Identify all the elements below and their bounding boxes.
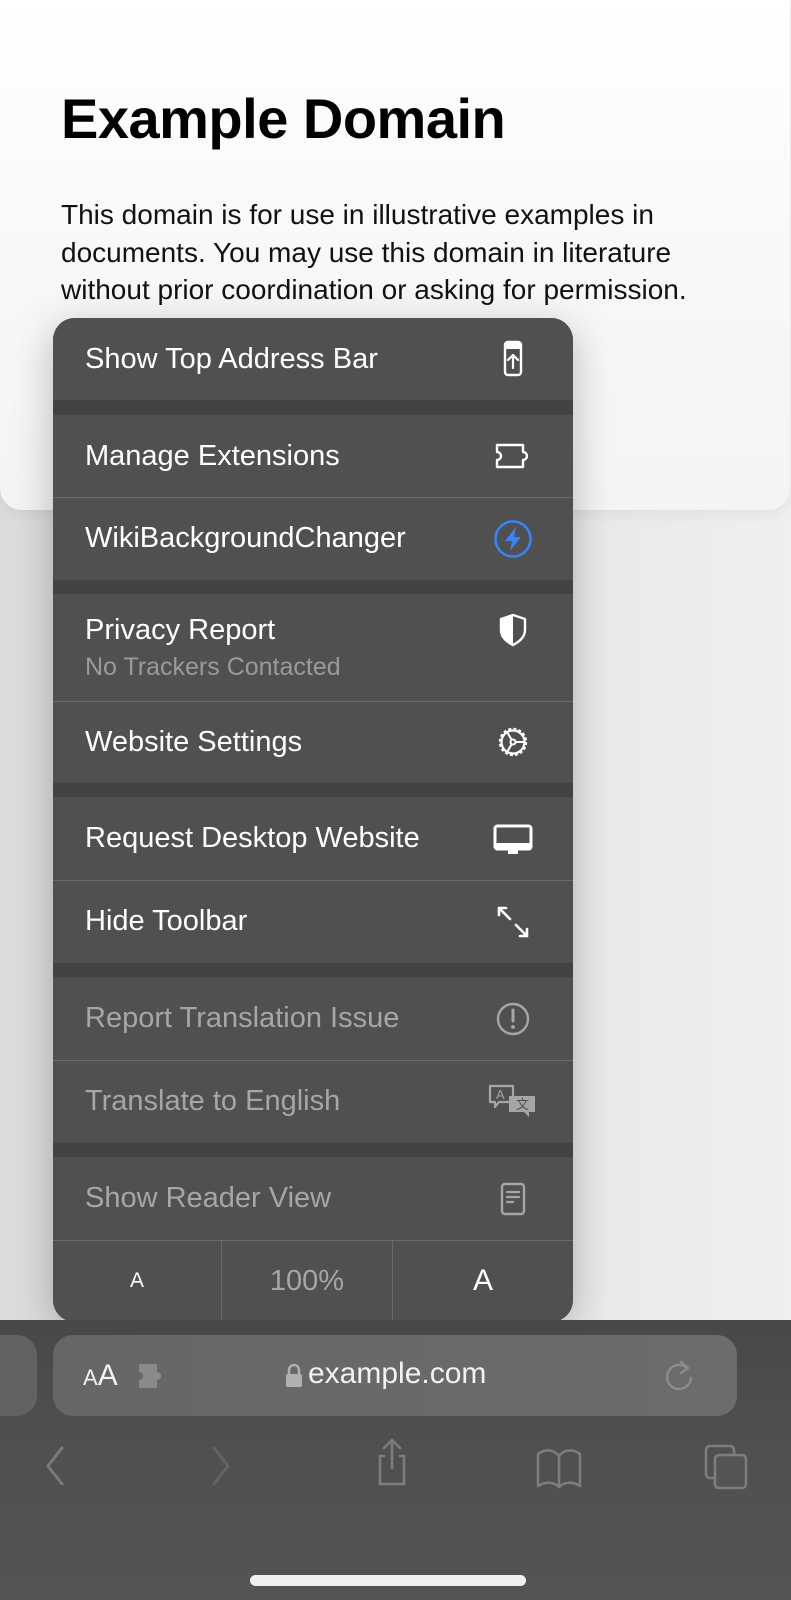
reader-doc-icon — [493, 1179, 533, 1219]
reload-icon[interactable] — [663, 1359, 697, 1398]
menu-item-label: Website Settings — [85, 725, 303, 758]
extension-puzzle-icon[interactable] — [137, 1363, 169, 1394]
menu-item-request-desktop-website[interactable]: Request Desktop Website — [53, 797, 573, 880]
home-indicator[interactable] — [250, 1575, 526, 1586]
previous-tab-preview[interactable] — [0, 1335, 37, 1416]
bookmarks-icon[interactable] — [534, 1448, 584, 1495]
decrease-font-button[interactable]: A — [53, 1240, 222, 1322]
bottom-toolbar: AA example.com — [0, 1320, 791, 1600]
menu-item-hide-toolbar[interactable]: Hide Toolbar — [53, 880, 573, 963]
menu-item-translate-to-english[interactable]: Translate to English A文 — [53, 1060, 573, 1143]
back-icon[interactable] — [40, 1444, 70, 1493]
svg-text:A: A — [496, 1087, 505, 1102]
share-icon[interactable] — [372, 1436, 412, 1493]
page-title: Example Domain — [61, 87, 506, 150]
page-paragraph: This domain is for use in illustrative e… — [61, 199, 687, 305]
forward-icon[interactable] — [206, 1444, 236, 1493]
menu-item-label: Translate to English — [85, 1085, 341, 1117]
expand-arrows-icon — [493, 902, 533, 942]
small-a-glyph: A — [129, 1269, 144, 1292]
desktop-monitor-icon — [493, 819, 533, 859]
page-settings-button[interactable]: AA — [83, 1359, 118, 1393]
exclamation-circle-icon — [493, 999, 533, 1039]
svg-text:文: 文 — [516, 1098, 529, 1113]
menu-item-label: Hide Toolbar — [85, 905, 248, 937]
translate-bubbles-icon: A文 — [487, 1082, 539, 1122]
aa-large: A — [97, 1359, 118, 1392]
phone-address-bar-up-icon — [493, 339, 533, 379]
menu-item-label: Show Top Address Bar — [85, 342, 378, 375]
privacy-report-status: No Trackers Contacted — [85, 653, 341, 681]
url-text: example.com — [308, 1357, 487, 1390]
menu-item-report-translation-issue[interactable]: Report Translation Issue — [53, 977, 573, 1060]
menu-item-privacy-report[interactable]: Privacy Report No Trackers Contacted — [53, 594, 573, 701]
menu-item-manage-extensions[interactable]: Manage Extensions — [53, 415, 573, 497]
menu-item-label: Request Desktop Website — [85, 822, 420, 854]
zoom-level-value: 100% — [269, 1264, 345, 1297]
font-size-controls: A 100% A — [53, 1240, 573, 1322]
menu-item-website-settings[interactable]: Website Settings — [53, 701, 573, 783]
menu-item-label: Show Reader View — [85, 1182, 332, 1214]
menu-item-label: WikiBackgroundChanger — [85, 522, 406, 554]
menu-item-show-reader-view[interactable]: Show Reader View — [53, 1157, 573, 1240]
zoom-level-button[interactable]: 100% — [222, 1240, 393, 1322]
page-menu: Show Top Address Bar Manage Extensions W… — [53, 318, 573, 1322]
menu-item-label: Manage Extensions — [85, 439, 340, 472]
aa-small: A — [83, 1365, 98, 1390]
menu-item-wikibackgroundchanger[interactable]: WikiBackgroundChanger — [53, 497, 573, 580]
menu-item-label: Privacy Report — [85, 614, 276, 646]
large-a-glyph: A — [472, 1264, 493, 1297]
menu-item-show-top-address-bar[interactable]: Show Top Address Bar — [53, 318, 573, 400]
tabs-icon[interactable] — [704, 1444, 750, 1495]
puzzle-piece-icon — [493, 436, 533, 476]
gear-icon — [493, 722, 533, 762]
menu-item-label: Report Translation Issue — [85, 1002, 400, 1034]
lock-icon — [285, 1363, 303, 1394]
increase-font-button[interactable]: A — [393, 1240, 573, 1322]
lightning-bolt-circle-icon — [493, 519, 533, 559]
half-shield-icon — [493, 610, 533, 650]
address-bar[interactable]: AA example.com — [53, 1335, 737, 1416]
